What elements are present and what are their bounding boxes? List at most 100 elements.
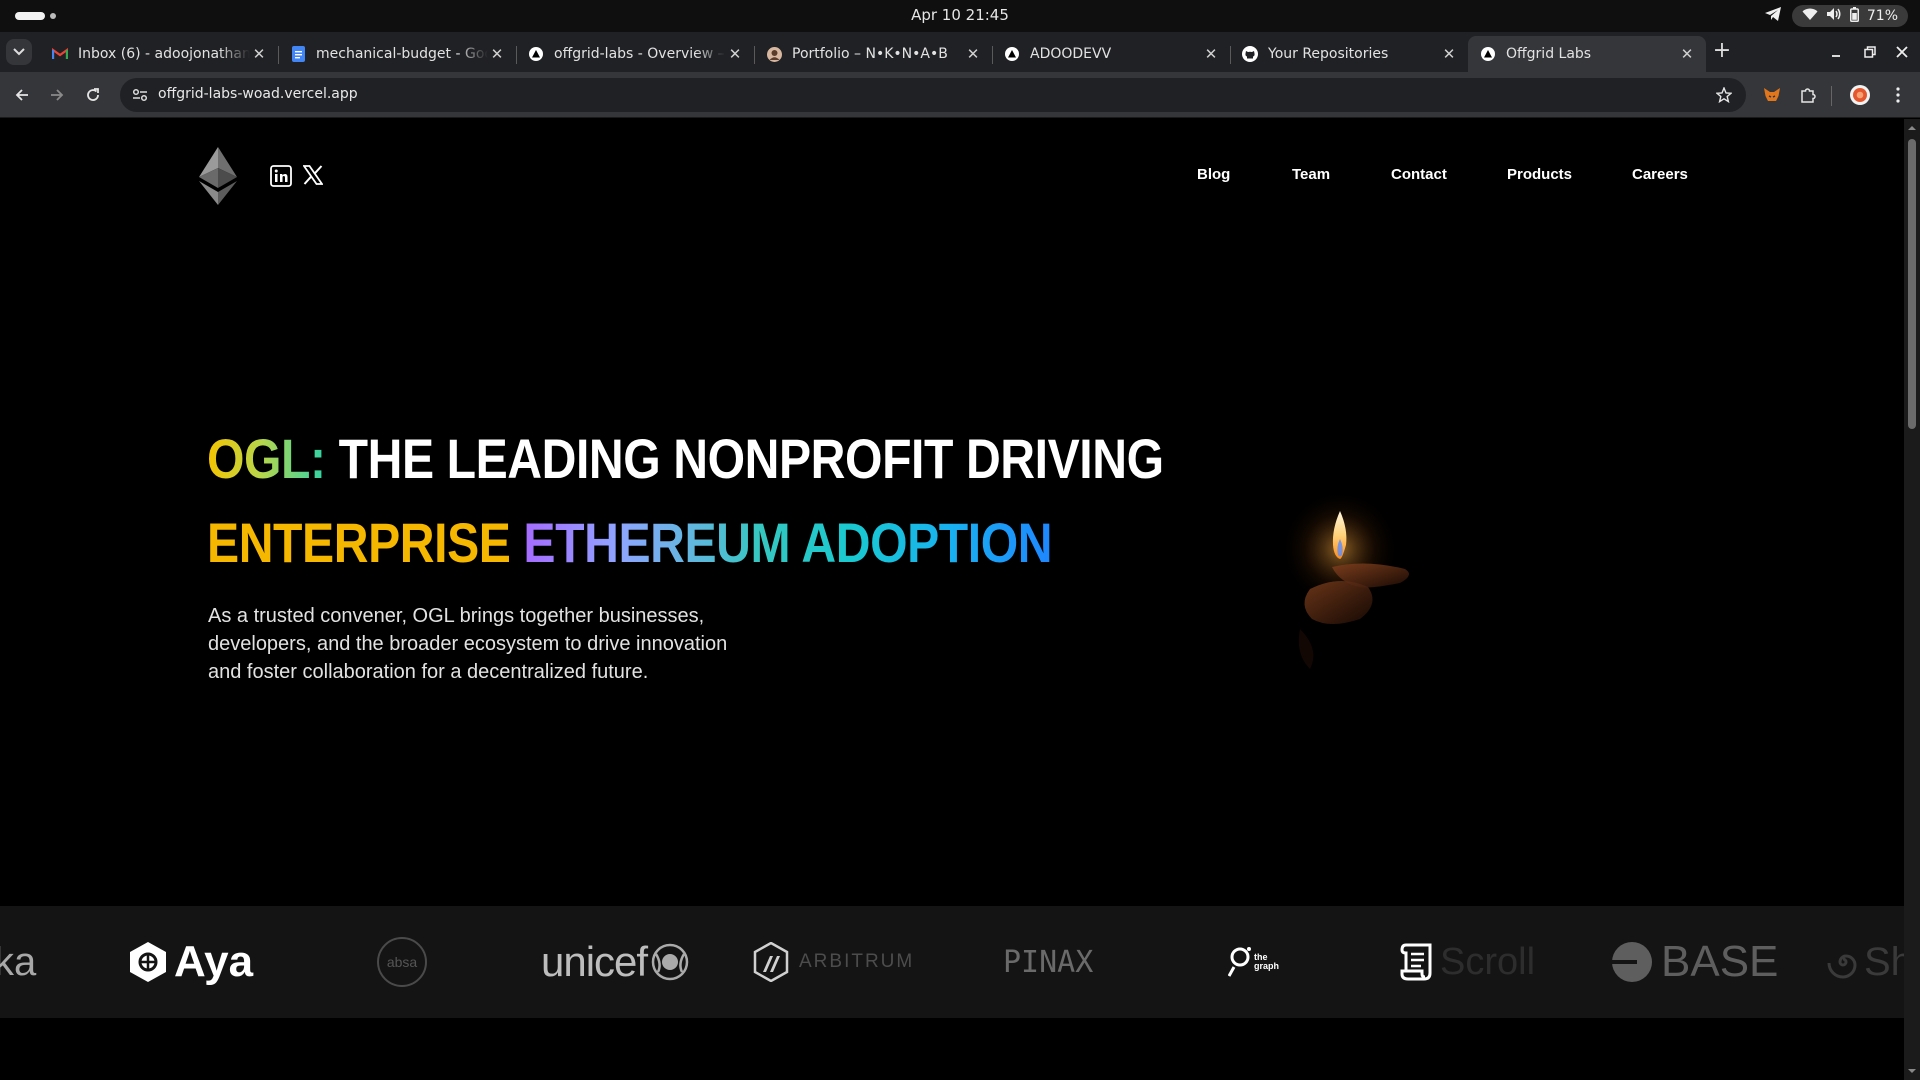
partner-logo-scroll: Scroll bbox=[1398, 906, 1535, 1018]
tab-adoodevv[interactable]: ADOODEVV ✕ bbox=[992, 36, 1230, 72]
linkedin-icon[interactable] bbox=[270, 165, 292, 187]
close-icon[interactable]: ✕ bbox=[488, 45, 506, 63]
partner-logo-aya: Aya bbox=[128, 906, 253, 1018]
nav-link-products[interactable]: Products bbox=[1507, 166, 1572, 183]
arrow-left-icon bbox=[15, 89, 28, 101]
address-bar[interactable]: offgrid-labs-woad.vercel.app bbox=[120, 78, 1746, 112]
hero-heading-prefix: OGL: bbox=[207, 427, 326, 490]
tab-title: Inbox (6) - adoojonathan bbox=[78, 46, 250, 62]
forward-button[interactable] bbox=[45, 83, 69, 107]
system-status-area[interactable]: 71% bbox=[1764, 5, 1908, 27]
scroll-up-arrow-icon[interactable] bbox=[1907, 123, 1917, 133]
status-pill[interactable]: 71% bbox=[1791, 5, 1908, 27]
partner-logo-absa: absa bbox=[377, 906, 427, 1018]
absa-badge: absa bbox=[377, 937, 427, 987]
back-button[interactable] bbox=[10, 83, 34, 107]
github-icon bbox=[1242, 46, 1258, 62]
tab-search-button[interactable] bbox=[6, 39, 32, 65]
extensions-button[interactable] bbox=[1797, 84, 1819, 106]
site-info-button[interactable] bbox=[130, 85, 150, 105]
tab-title: ADOODEVV bbox=[1030, 46, 1112, 62]
partner-logo-unicef: unicef bbox=[541, 906, 690, 1018]
the-graph-icon bbox=[1228, 947, 1251, 977]
browser-menu-button[interactable] bbox=[1887, 84, 1909, 106]
unicef-globe-icon bbox=[651, 943, 689, 981]
aya-icon bbox=[130, 942, 166, 982]
battery-percent: 71% bbox=[1866, 8, 1898, 24]
partner-logo-partial-right-text: Sh bbox=[1864, 939, 1904, 984]
more-vert-icon bbox=[1896, 87, 1900, 103]
wifi-icon bbox=[1802, 8, 1818, 25]
toolbar-divider bbox=[1831, 86, 1832, 106]
ethereum-logo-icon[interactable] bbox=[199, 147, 237, 205]
vercel-icon bbox=[528, 46, 544, 62]
tab-title: Portfolio – N•K•N•A•B bbox=[792, 46, 948, 62]
partner-logo-partial-right: Sh bbox=[1826, 906, 1904, 1018]
tab-portfolio[interactable]: Portfolio – N•K•N•A•B ✕ bbox=[754, 36, 992, 72]
the-graph-word-graph: graph bbox=[1254, 961, 1280, 971]
telegram-icon[interactable] bbox=[1764, 6, 1782, 26]
hero-heading-line-2: ENTERPRISE ETHEREUM ADOPTION bbox=[207, 515, 1053, 571]
new-tab-button[interactable]: + bbox=[1710, 40, 1734, 64]
unicef-wordmark: unicef bbox=[541, 938, 648, 985]
partner-logo-pinax: PINAX bbox=[1003, 906, 1093, 1018]
hero-heading-line-1: OGL: THE LEADING NONPROFIT DRIVING bbox=[207, 431, 1164, 487]
scroll-wordmark: Scroll bbox=[1440, 940, 1536, 983]
hero-heading-ethereum-adoption: ETHEREUM ADOPTION bbox=[523, 511, 1053, 574]
vercel-icon bbox=[1480, 46, 1496, 62]
tab-google-docs[interactable]: mechanical-budget - Goo ✕ bbox=[278, 36, 516, 72]
the-graph-wordmark: the graph bbox=[1254, 953, 1279, 971]
hero-heading-text: THE LEADING NONPROFIT DRIVING bbox=[338, 427, 1164, 490]
page-scrollbar[interactable] bbox=[1904, 119, 1920, 1080]
minimize-button[interactable] bbox=[1826, 42, 1846, 62]
close-icon[interactable]: ✕ bbox=[1202, 45, 1220, 63]
restore-button[interactable] bbox=[1860, 42, 1880, 62]
url-text[interactable]: offgrid-labs-woad.vercel.app bbox=[158, 86, 358, 102]
partner-logo-partial: ka bbox=[0, 906, 36, 1018]
profile-button[interactable] bbox=[1849, 84, 1871, 106]
metamask-extension[interactable] bbox=[1761, 84, 1783, 106]
tab-offgrid-labs-active[interactable]: Offgrid Labs ✕ bbox=[1468, 36, 1706, 72]
hero-description: As a trusted convener, OGL brings togeth… bbox=[208, 605, 728, 683]
os-top-bar: Apr 10 21:45 71% bbox=[0, 0, 1920, 32]
bookmark-star-button[interactable] bbox=[1714, 85, 1734, 105]
system-clock[interactable]: Apr 10 21:45 bbox=[0, 6, 1920, 24]
close-icon[interactable]: ✕ bbox=[1678, 45, 1696, 63]
lighter-flame-image bbox=[1240, 479, 1460, 699]
close-icon[interactable]: ✕ bbox=[726, 45, 744, 63]
restore-icon bbox=[1864, 46, 1876, 58]
partner-logo-partial-text: ka bbox=[0, 939, 37, 984]
nav-link-contact[interactable]: Contact bbox=[1391, 166, 1447, 183]
x-twitter-icon[interactable] bbox=[302, 165, 324, 185]
fox-icon bbox=[1764, 88, 1780, 101]
tab-gmail[interactable]: Inbox (6) - adoojonathan ✕ bbox=[40, 36, 278, 72]
scrollbar-thumb[interactable] bbox=[1908, 139, 1916, 429]
gmail-icon bbox=[52, 46, 68, 62]
vercel-icon bbox=[1004, 46, 1020, 62]
nav-link-team[interactable]: Team bbox=[1292, 166, 1330, 183]
scroll-down-arrow-icon[interactable] bbox=[1907, 1066, 1917, 1076]
close-icon[interactable]: ✕ bbox=[964, 45, 982, 63]
pinax-wordmark: PINAX bbox=[1003, 944, 1094, 980]
tab-title: offgrid-labs - Overview – bbox=[554, 46, 725, 62]
volume-icon bbox=[1826, 7, 1842, 25]
close-icon[interactable]: ✕ bbox=[1440, 45, 1458, 63]
partner-logos-band: ka Aya absa unicef ARBITRUM PINAX the gr… bbox=[0, 906, 1904, 1018]
absa-wordmark: absa bbox=[386, 954, 418, 970]
close-icon[interactable]: ✕ bbox=[250, 45, 268, 63]
nav-link-blog[interactable]: Blog bbox=[1197, 166, 1230, 183]
minimize-icon bbox=[1832, 55, 1840, 57]
aya-wordmark: Aya bbox=[174, 937, 254, 986]
arbitrum-wordmark: ARBITRUM bbox=[799, 951, 915, 972]
partner-logo-the-graph: the graph bbox=[1228, 906, 1279, 1018]
page-viewport: Blog Team Contact Products Careers OGL: … bbox=[0, 119, 1904, 1080]
tab-offgrid-overview[interactable]: offgrid-labs - Overview – ✕ bbox=[516, 36, 754, 72]
tab-title: mechanical-budget - Goo bbox=[316, 46, 488, 62]
close-window-button[interactable] bbox=[1892, 42, 1912, 62]
hero-heading-enterprise: ENTERPRISE bbox=[207, 511, 511, 574]
tab-github-repositories[interactable]: Your Repositories ✕ bbox=[1230, 36, 1468, 72]
partner-logo-arbitrum: ARBITRUM bbox=[753, 906, 914, 1018]
reload-button[interactable] bbox=[81, 83, 105, 107]
nav-link-careers[interactable]: Careers bbox=[1632, 166, 1688, 183]
base-wordmark: BASE bbox=[1661, 937, 1779, 986]
